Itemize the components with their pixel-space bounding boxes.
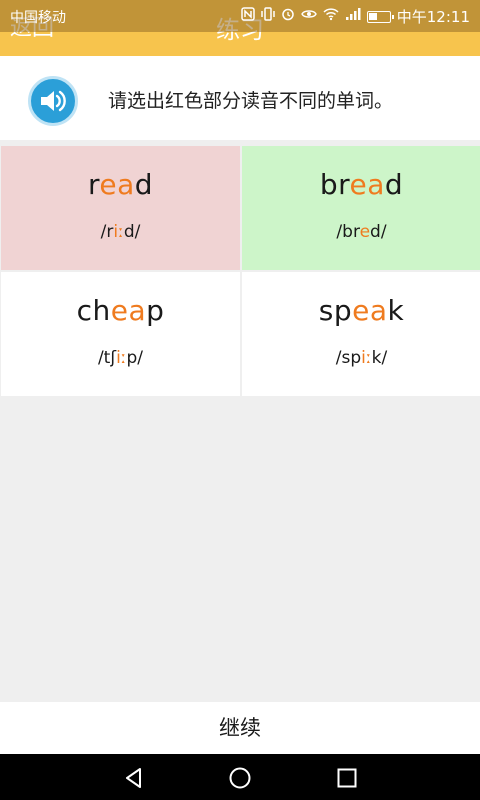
- home-circle-icon[interactable]: [228, 766, 252, 790]
- wifi-icon: [323, 7, 339, 26]
- status-icons: 中午12:11: [241, 6, 470, 27]
- vibrate-icon: [261, 7, 275, 26]
- alarm-icon: [281, 7, 295, 26]
- options-grid: read /riːd/ bread /bred/ cheap /tʃiːp/ s…: [0, 146, 480, 396]
- signal-icon: [345, 7, 361, 26]
- back-triangle-icon[interactable]: [122, 766, 146, 790]
- status-time: 中午12:11: [396, 8, 470, 26]
- option-word: bread: [319, 168, 404, 201]
- status-bar: 中国移动 中午12:11: [0, 0, 480, 32]
- eye-icon: [300, 7, 317, 26]
- option-phonetic: /spiːk/: [335, 348, 388, 368]
- instruction-text: 请选出红色部分读音不同的单词。: [108, 90, 394, 112]
- option-card-speak[interactable]: speak /spiːk/: [242, 272, 480, 396]
- option-phonetic: /riːd/: [100, 222, 141, 242]
- option-word: read: [87, 168, 154, 201]
- option-card-bread[interactable]: bread /bred/: [242, 146, 480, 270]
- recents-square-icon[interactable]: [335, 766, 359, 790]
- option-phonetic: /bred/: [336, 222, 387, 242]
- nfc-icon: [241, 7, 255, 26]
- instruction-panel: 请选出红色部分读音不同的单词。: [0, 56, 480, 140]
- option-word: cheap: [76, 294, 165, 327]
- navigation-bar: [0, 754, 480, 800]
- option-card-cheap[interactable]: cheap /tʃiːp/: [1, 272, 240, 396]
- option-card-read[interactable]: read /riːd/: [1, 146, 240, 270]
- continue-button[interactable]: 继续: [0, 702, 480, 754]
- speaker-icon: [41, 90, 66, 112]
- battery-icon: [366, 10, 394, 23]
- speaker-button[interactable]: [28, 76, 78, 126]
- option-word: speak: [318, 294, 405, 327]
- carrier-name: 中国移动: [10, 10, 66, 26]
- option-phonetic: /tʃiːp/: [97, 348, 144, 368]
- practice-screen: 返回 练习 中国移动 中午12:11: [0, 0, 480, 800]
